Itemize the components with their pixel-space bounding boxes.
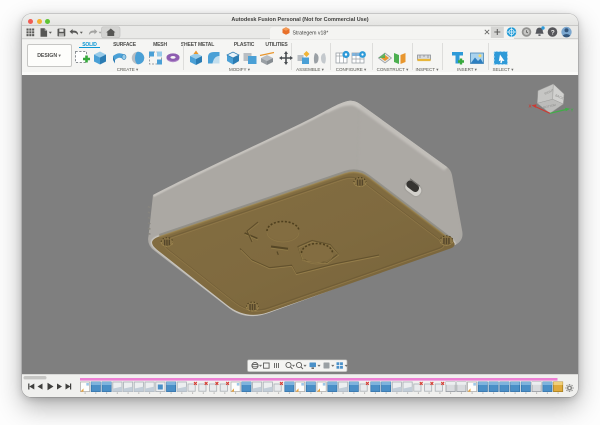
svg-text:?: ?	[551, 29, 555, 36]
svg-text:Y: Y	[571, 108, 574, 113]
svg-text:X: X	[529, 104, 532, 109]
svg-text:Strategem v18*: Strategem v18*	[293, 30, 329, 36]
